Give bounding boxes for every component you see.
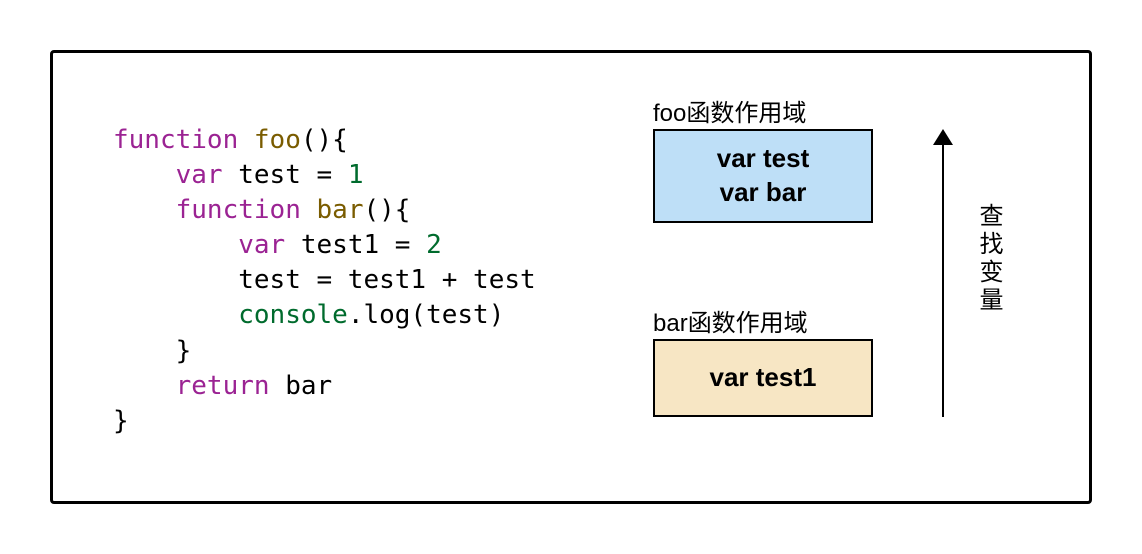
bar-scope-var-test1: var test1 (710, 361, 817, 395)
code-brace: } (176, 336, 192, 366)
keyword-var: var (238, 230, 285, 260)
foo-scope-var-bar: var bar (720, 176, 807, 210)
function-name-bar: bar (317, 195, 364, 225)
function-name-foo: foo (254, 125, 301, 155)
code-punct: (){ (363, 195, 410, 225)
code-text: .log(test) (348, 300, 505, 330)
foo-scope-box: var test var bar (653, 129, 873, 223)
keyword-var: var (176, 160, 223, 190)
diagram-canvas: function foo(){ var test = 1 function ba… (50, 50, 1092, 504)
code-text: test = test1 + test (238, 265, 535, 295)
foo-scope-label: foo函数作用域 (653, 93, 806, 128)
number-literal: 1 (348, 160, 364, 190)
arrow-label: 查找变量 (971, 203, 1006, 315)
keyword-function: function (113, 125, 238, 155)
keyword-return: return (176, 371, 270, 401)
keyword-function: function (176, 195, 301, 225)
code-block: function foo(){ var test = 1 function ba… (113, 123, 536, 439)
bar-scope-box: var test1 (653, 339, 873, 417)
code-text: test = (223, 160, 348, 190)
number-literal: 2 (426, 230, 442, 260)
code-text: test1 = (285, 230, 426, 260)
bar-scope-label: bar函数作用域 (653, 303, 808, 338)
code-punct: (){ (301, 125, 348, 155)
console-ident: console (238, 300, 348, 330)
arrow-shaft (942, 141, 944, 417)
foo-scope-var-test: var test (717, 142, 810, 176)
code-text: bar (270, 371, 333, 401)
code-brace: } (113, 406, 129, 436)
lookup-arrow (933, 129, 953, 417)
